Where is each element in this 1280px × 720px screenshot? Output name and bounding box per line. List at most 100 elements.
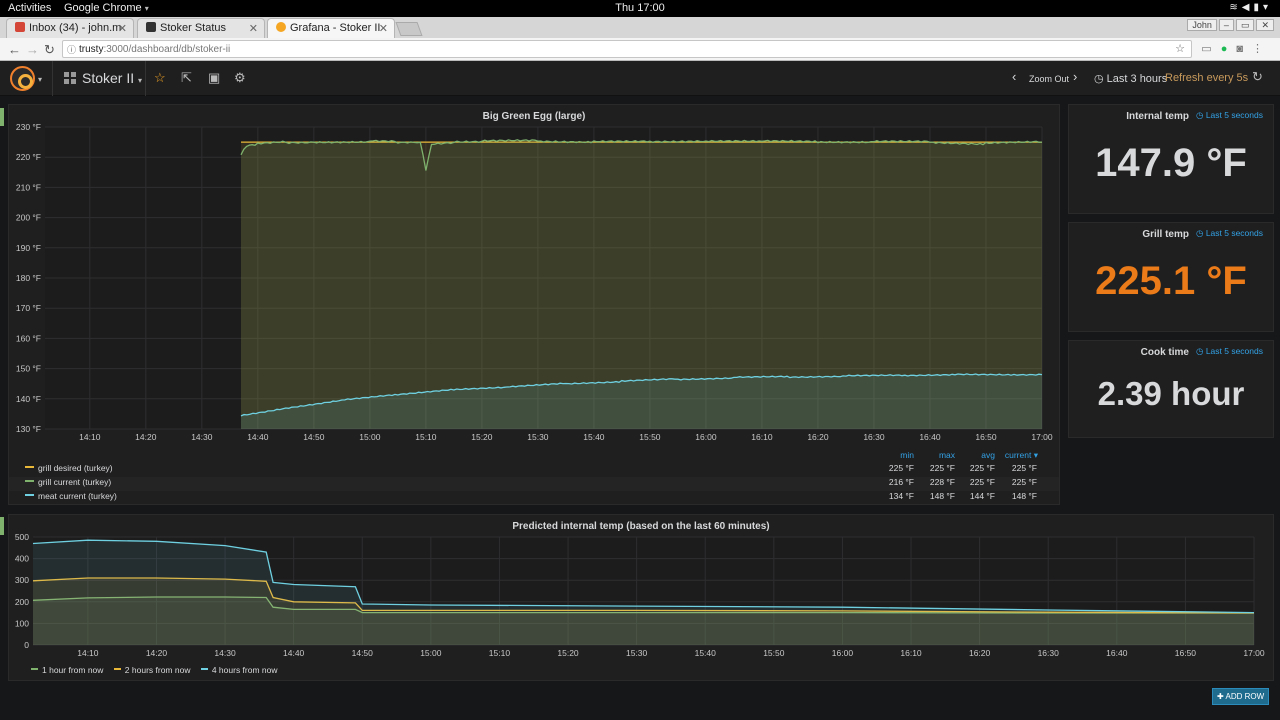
close-icon[interactable]: ✕: [379, 22, 388, 35]
battery-icon: ▮: [1253, 2, 1263, 13]
back-icon[interactable]: ←: [8, 42, 21, 57]
series-name: 4 hours from now: [211, 665, 278, 675]
grill-temp-chart[interactable]: 130 °F 140 °F 150 °F 160 °F 170 °F 180 °F 190 …: [9, 105, 1061, 445]
time-override-label: Last 5 seconds: [1205, 110, 1263, 120]
refresh-interval[interactable]: Refresh every 5s: [1165, 72, 1248, 84]
series-name: 2 hours from now: [124, 665, 191, 675]
time-range-picker[interactable]: ◷ Last 3 hours: [1094, 72, 1167, 85]
url-input[interactable]: ⓘ trusty:3000/dashboard/db/stoker-ii ☆: [62, 40, 1192, 58]
legend-series[interactable]: 1 hour from now: [31, 665, 103, 675]
system-tray[interactable]: ≋◀▮▾: [1229, 2, 1272, 13]
tab-inbox[interactable]: Inbox (34) - john.m ✕: [6, 18, 134, 38]
menu-icon[interactable]: ⋮: [1252, 43, 1272, 55]
maximize-icon[interactable]: ▭: [1235, 19, 1255, 31]
new-tab-button[interactable]: [395, 22, 423, 36]
clock[interactable]: Thu 17:00: [0, 2, 1280, 14]
series-name: grill desired (turkey): [38, 463, 113, 473]
x-tick-label: 17:00: [1243, 648, 1265, 658]
cast-icon[interactable]: ▭: [1201, 43, 1220, 55]
info-icon[interactable]: ⓘ: [67, 43, 76, 56]
x-tick-label: 14:20: [146, 648, 168, 658]
x-tick-label: 15:20: [471, 432, 493, 442]
panel-grill-temp[interactable]: Grill temp ◷ Last 5 seconds 225.1 °F: [1068, 222, 1274, 332]
x-tick-label: 16:20: [969, 648, 991, 658]
predicted-temp-chart[interactable]: 0 100 200 300 400 500 14:10 14:20 14:30 14:40 14:5…: [9, 515, 1275, 660]
legend-row[interactable]: grill current (turkey) 216 °F 228 °F 225…: [9, 477, 1059, 491]
forward-icon[interactable]: →: [26, 42, 39, 57]
x-tick-label: 14:50: [352, 648, 374, 658]
legend-series[interactable]: grill current (turkey): [25, 477, 111, 487]
grafana-logo-icon[interactable]: [10, 66, 35, 91]
x-tick-label: 14:10: [77, 648, 99, 658]
row-collapse-handle[interactable]: [0, 108, 4, 126]
panel-big-green-egg[interactable]: Big Green Egg (large) 130 °F 140 °F 150 °F…: [8, 104, 1060, 505]
x-tick-label: 14:20: [135, 432, 157, 442]
close-window-icon[interactable]: ✕: [1256, 19, 1274, 31]
x-tick-label: 16:30: [1038, 648, 1060, 658]
chevron-down-icon: ▾: [144, 4, 149, 13]
dashboard-picker[interactable]: Stoker II ▾: [64, 70, 142, 86]
legend-header-max[interactable]: max: [915, 450, 955, 460]
activities-button[interactable]: Activities: [8, 2, 51, 14]
x-tick-label: 15:40: [695, 648, 717, 658]
series-color-swatch[interactable]: [200, 668, 208, 670]
series-name: meat current (turkey): [38, 491, 117, 501]
legend-row[interactable]: meat current (turkey) 134 °F 148 °F 144 …: [9, 491, 1059, 505]
settings-gear-icon[interactable]: ⚙: [234, 70, 246, 86]
legend-row[interactable]: grill desired (turkey) 225 °F 225 °F 225…: [9, 463, 1059, 477]
series-color-swatch[interactable]: [25, 466, 34, 468]
tab-grafana[interactable]: Grafana - Stoker II ✕: [267, 18, 395, 38]
x-tick-label: 14:40: [283, 648, 305, 658]
close-icon[interactable]: ✕: [249, 22, 258, 35]
time-forward-icon[interactable]: ›: [1073, 69, 1077, 84]
legend-series[interactable]: 2 hours from now: [113, 665, 191, 675]
tab-stoker-status[interactable]: Stoker Status ✕: [137, 18, 265, 38]
x-tick-label: 15:10: [415, 432, 437, 442]
chevron-down-icon[interactable]: ▾: [38, 75, 42, 84]
panel-internal-temp[interactable]: Internal temp ◷ Last 5 seconds 147.9 °F: [1068, 104, 1274, 214]
panel-cook-time[interactable]: Cook time ◷ Last 5 seconds 2.39 hour: [1068, 340, 1274, 438]
series-color-swatch[interactable]: [31, 668, 38, 670]
panel-predicted-temp[interactable]: Predicted internal temp (based on the la…: [8, 514, 1274, 681]
share-icon[interactable]: ⇱: [181, 70, 192, 86]
address-bar: ← → ↻ ⓘ trusty:3000/dashboard/db/stoker-…: [0, 38, 1280, 61]
save-icon[interactable]: ▣: [208, 70, 220, 86]
legend-series[interactable]: 4 hours from now: [200, 665, 278, 675]
series-color-swatch[interactable]: [25, 480, 34, 482]
camera-icon[interactable]: ◙: [1236, 43, 1252, 55]
series-color-swatch[interactable]: [25, 494, 34, 496]
legend-avg: 225 °F: [969, 477, 995, 487]
legend-series[interactable]: grill desired (turkey): [25, 463, 113, 473]
reload-icon[interactable]: ↻: [44, 42, 55, 58]
tab-label: Stoker Status: [160, 22, 227, 34]
panel-title[interactable]: Grill temp: [1142, 229, 1189, 240]
refresh-icon[interactable]: ↻: [1252, 69, 1263, 85]
panel-title[interactable]: Internal temp: [1126, 111, 1189, 122]
time-back-icon[interactable]: ‹: [1012, 69, 1016, 84]
y-tick-label: 160 °F: [16, 333, 41, 343]
legend-header-current[interactable]: current ▾: [988, 450, 1038, 461]
y-tick-label: 230 °F: [16, 122, 41, 132]
y-tick-label: 170 °F: [16, 303, 41, 313]
legend-max: 148 °F: [929, 491, 955, 501]
star-icon[interactable]: ☆: [154, 70, 166, 86]
profile-button[interactable]: John: [1187, 19, 1217, 31]
y-tick-label: 220 °F: [16, 152, 41, 162]
close-icon[interactable]: ✕: [118, 22, 127, 35]
add-row-button[interactable]: ✚ ADD ROW: [1212, 688, 1269, 705]
time-override: ◷ Last 5 seconds: [1196, 228, 1263, 239]
legend-header-min[interactable]: min: [874, 450, 914, 460]
row-collapse-handle[interactable]: [0, 517, 4, 535]
zoom-out-button[interactable]: Zoom Out: [1029, 74, 1069, 84]
panel-title[interactable]: Cook time: [1141, 347, 1189, 358]
legend-series[interactable]: meat current (turkey): [25, 491, 117, 501]
app-menu[interactable]: Google Chrome ▾: [64, 2, 149, 14]
extension-icons: ▭●◙⋮: [1201, 42, 1272, 55]
dashboard-grid-icon: [64, 72, 76, 84]
y-tick-label: 140 °F: [16, 394, 41, 404]
extension-dot-icon[interactable]: ●: [1221, 43, 1237, 55]
tab-label: Grafana - Stoker II: [290, 22, 381, 34]
minimize-icon[interactable]: –: [1218, 19, 1234, 31]
bookmark-star-icon[interactable]: ☆: [1175, 42, 1185, 55]
series-color-swatch[interactable]: [113, 668, 121, 670]
